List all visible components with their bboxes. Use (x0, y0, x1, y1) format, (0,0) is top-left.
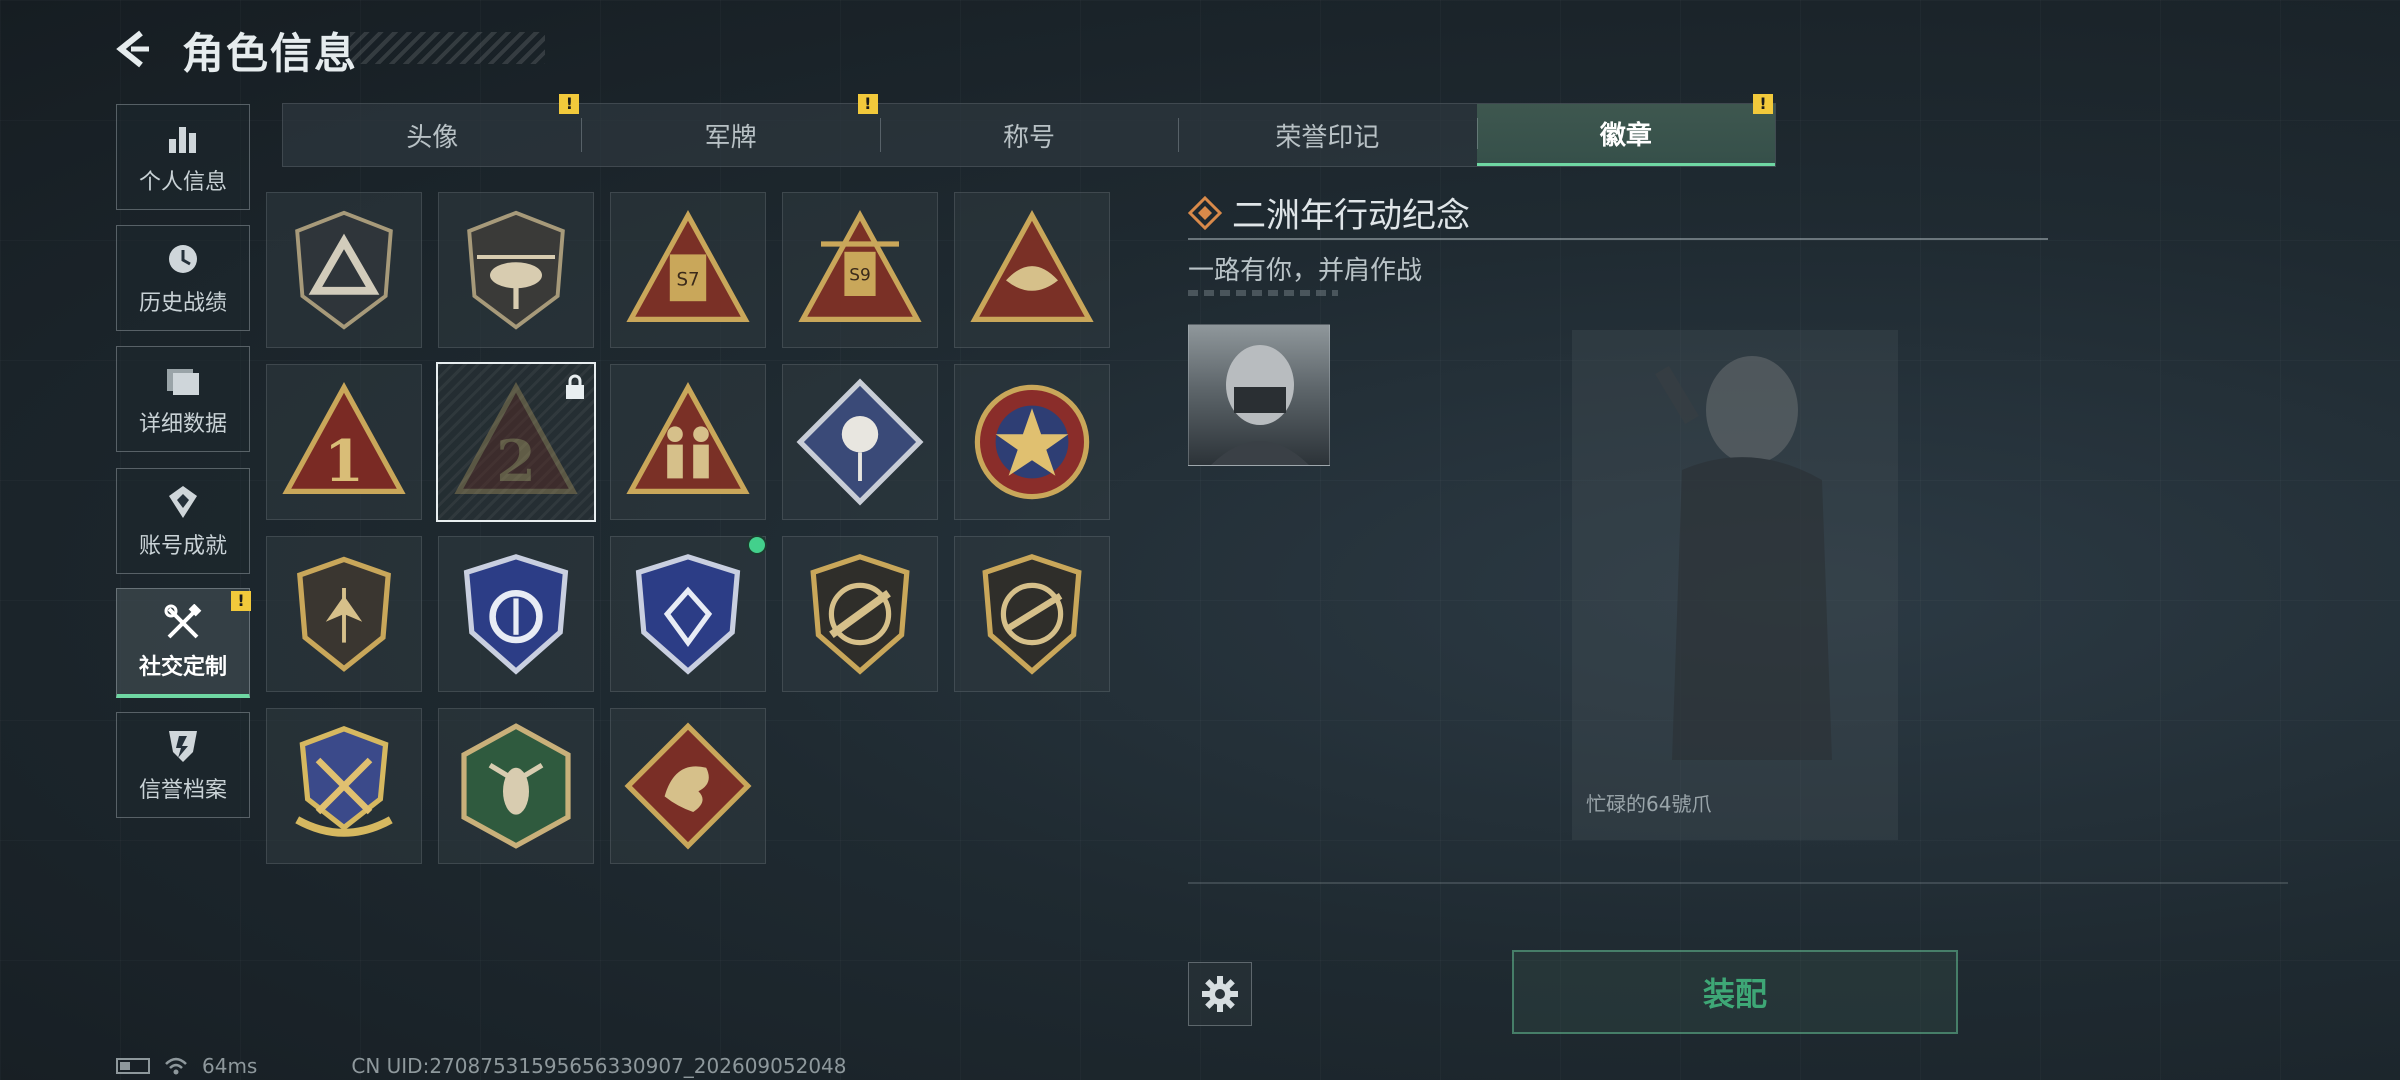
crossed-blades-badge-icon (295, 726, 393, 837)
badge-cell[interactable] (782, 536, 938, 692)
nav-label: 社交定制 (138, 654, 227, 680)
diamond-shield-badge-icon (635, 554, 741, 675)
alert-badge: ! (1753, 94, 1774, 114)
tab-label: 徽章 (1599, 121, 1652, 151)
rifle-shield-alt-badge-icon (982, 554, 1082, 675)
badge-cell[interactable] (438, 708, 594, 864)
badge-cell-selected[interactable]: 2 (436, 362, 596, 522)
s9-badge-icon: S9 (798, 210, 922, 322)
badge-cell[interactable]: S9 (782, 192, 938, 348)
badge-cell[interactable] (266, 708, 422, 864)
badge-cell[interactable] (782, 364, 938, 520)
title-decoration (350, 32, 545, 64)
badge-cell[interactable]: S7 (610, 192, 766, 348)
nav-item-social-custom[interactable]: 社交定制 ! (116, 588, 251, 698)
tools-icon (163, 603, 203, 643)
badge-cell[interactable] (438, 536, 594, 692)
shield-icon (163, 726, 203, 766)
tab-label: 军牌 (704, 122, 757, 153)
lock-icon (566, 374, 584, 399)
character-name: 忙碌的64號爪 (1586, 792, 1712, 816)
s7-badge-icon: S7 (626, 210, 750, 322)
rose-badge-icon (796, 378, 924, 506)
badge-subtitle: 一路有你，并肩作战 (1188, 256, 1423, 286)
badge-cell[interactable]: 1 (266, 364, 422, 520)
folder-icon (163, 360, 203, 400)
nav-label: 信誉档案 (138, 778, 227, 803)
nav-item-detailed-data[interactable]: 详细数据 (116, 346, 250, 452)
triangle-emblem-badge-icon (295, 210, 393, 330)
number-1-badge-icon: 1 (282, 382, 406, 495)
svg-text:1: 1 (324, 428, 364, 495)
battery-icon (116, 1058, 150, 1074)
bar-chart-icon (163, 118, 203, 158)
star-skull-badge-icon (974, 384, 1090, 500)
tab-label: 头像 (406, 122, 459, 153)
svg-text:S7: S7 (676, 270, 699, 291)
nav-item-personal-info[interactable]: 个人信息 (116, 104, 250, 210)
uid-text: CN UID:2708753159565633090​7_20260905204… (351, 1054, 847, 1078)
character-preview (1572, 330, 1898, 840)
nav-item-history[interactable]: 历史战绩 (116, 225, 250, 331)
wasp-badge-icon (461, 723, 571, 849)
divider-dashed (1188, 290, 1338, 296)
tab-label: 称号 (1003, 122, 1056, 153)
equipped-indicator (747, 535, 767, 555)
tab-dog-tag[interactable]: 军牌! (581, 94, 879, 166)
alert-badge: ! (857, 94, 878, 114)
rifle-shield-badge-icon (810, 554, 910, 675)
badge-cell[interactable] (954, 192, 1110, 348)
svg-text:S9: S9 (849, 264, 870, 284)
wifi-icon (165, 1057, 187, 1075)
badge-cell[interactable] (610, 364, 766, 520)
badge-cell[interactable] (266, 192, 422, 348)
badge-cell[interactable] (954, 364, 1110, 520)
badge-cell[interactable] (438, 192, 594, 348)
dragon-badge-icon (624, 722, 752, 850)
arrow-shield-badge-icon (297, 556, 391, 672)
status-bar: 64ms CN UID:2708753159565633090​7_202609… (116, 1054, 847, 1078)
diamond-marker-icon (1188, 196, 1222, 230)
back-button[interactable] (112, 26, 158, 72)
soldiers-badge-icon (626, 382, 750, 494)
svg-text:2: 2 (496, 428, 536, 495)
page-title: 角色信息 (182, 29, 359, 78)
badge-title: 二洲年行动纪念 (1232, 196, 1470, 236)
nav-label: 个人信息 (138, 170, 227, 195)
blue-shield-badge-icon (463, 554, 569, 675)
divider (1188, 238, 2048, 240)
equip-button[interactable]: 装配 (1512, 950, 1958, 1034)
achievement-icon (163, 482, 203, 522)
helicopter-badge-icon (467, 210, 565, 330)
tab-bar: 头像! 军牌! 称号 荣誉印记 徽章! (282, 94, 1776, 167)
divider (1188, 882, 2288, 884)
nav-item-credit-record[interactable]: 信誉档案 (116, 712, 250, 818)
tab-label: 荣誉印记 (1275, 122, 1380, 153)
clock-icon (163, 239, 203, 279)
nav-label: 详细数据 (138, 412, 227, 437)
nav-label: 历史战绩 (138, 291, 227, 316)
settings-button[interactable] (1188, 962, 1252, 1026)
alert-badge: ! (559, 94, 580, 114)
nav-label: 账号成就 (138, 534, 227, 559)
tab-honor-mark[interactable]: 荣誉印记 (1178, 104, 1476, 166)
nav-item-achievements[interactable]: 账号成就 (116, 468, 250, 574)
mask-badge-icon (970, 210, 1094, 322)
alert-badge: ! (231, 591, 251, 611)
badge-cell[interactable] (610, 535, 767, 692)
back-arrow-icon (116, 30, 149, 68)
badge-cell[interactable] (266, 536, 422, 692)
avatar (1188, 324, 1330, 466)
tab-avatar[interactable]: 头像! (283, 94, 581, 166)
gear-icon (1202, 976, 1238, 1012)
ping-value: 64ms (202, 1054, 258, 1078)
badge-cell[interactable] (954, 536, 1110, 692)
badge-cell[interactable] (610, 708, 766, 864)
tab-title[interactable]: 称号 (879, 104, 1178, 166)
tab-badges[interactable]: 徽章! (1476, 94, 1776, 166)
number-2-badge-icon: 2 (454, 382, 578, 495)
